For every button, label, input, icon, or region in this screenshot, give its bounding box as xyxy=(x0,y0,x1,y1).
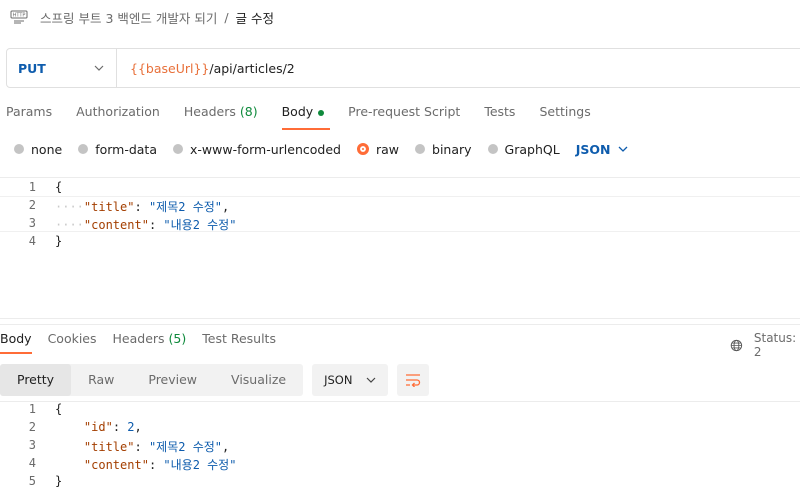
code-line: ····"content": "내용2 수정" xyxy=(55,218,237,232)
chevron-down-icon xyxy=(366,377,376,383)
radio-icon xyxy=(78,144,89,154)
radio-graphql[interactable]: GraphQL xyxy=(487,142,560,157)
radio-icon xyxy=(173,144,183,154)
view-mode-group: Pretty Raw Preview Visualize xyxy=(0,363,304,396)
tab-response-headers[interactable]: Headers (5) xyxy=(113,331,187,353)
breadcrumb: HTTP 스프링 부트 3 백엔드 개발자 되기 / 글 수정 xyxy=(10,7,274,27)
line-number: 4 xyxy=(28,234,36,248)
tab-tests[interactable]: Tests xyxy=(478,104,521,130)
divider xyxy=(0,401,800,402)
view-preview[interactable]: Preview xyxy=(131,364,214,396)
breadcrumb-request-name[interactable]: 글 수정 xyxy=(236,8,274,27)
line-number: 1 xyxy=(28,180,36,194)
breadcrumb-collection[interactable]: 스프링 부트 3 백엔드 개발자 되기 xyxy=(40,8,217,27)
tab-params[interactable]: Params xyxy=(0,104,58,130)
line-number: 2 xyxy=(28,198,36,212)
response-tabs: Body Cookies Headers (5) Test Results xyxy=(0,331,292,354)
method-label: PUT xyxy=(18,60,46,76)
request-tabs: Params Authorization Headers (8) Body Pre… xyxy=(0,104,609,130)
radio-icon xyxy=(14,144,24,154)
radio-binary[interactable]: binary xyxy=(415,142,472,157)
view-pretty[interactable]: Pretty xyxy=(0,363,72,396)
view-raw[interactable]: Raw xyxy=(71,364,131,396)
method-select[interactable]: PUT xyxy=(7,49,117,87)
tab-body[interactable]: Body xyxy=(276,104,331,130)
code-line: } xyxy=(55,234,63,248)
radio-form-data[interactable]: form-data xyxy=(78,142,157,157)
url-variable: {{baseUrl}} xyxy=(130,60,210,76)
current-line-top xyxy=(0,196,800,197)
code-line: } xyxy=(55,474,63,488)
url-path: /api/articles/2 xyxy=(209,60,295,76)
radio-raw[interactable]: raw xyxy=(356,142,399,157)
response-headers-count: (5) xyxy=(168,331,187,346)
line-number: 2 xyxy=(28,420,36,434)
code-line: "content": "내용2 수정" xyxy=(83,458,237,472)
status-label: Status: 2 xyxy=(753,331,797,359)
chevron-down-icon xyxy=(618,146,628,152)
svg-text:HTTP: HTTP xyxy=(13,13,26,19)
code-line: { xyxy=(55,402,63,416)
globe-icon[interactable] xyxy=(730,338,743,353)
divider xyxy=(0,177,800,178)
body-format-select[interactable]: JSON xyxy=(576,142,629,157)
body-indicator-dot xyxy=(318,110,325,116)
tab-settings[interactable]: Settings xyxy=(533,104,596,130)
response-view-bar: Pretty Raw Preview Visualize JSON xyxy=(0,363,430,396)
radio-none[interactable]: none xyxy=(14,142,62,157)
line-number: 3 xyxy=(28,216,36,230)
view-visualize[interactable]: Visualize xyxy=(214,364,303,396)
tab-cookies[interactable]: Cookies xyxy=(48,331,97,353)
code-line: "title": "제목2 수정", xyxy=(83,440,230,454)
radio-icon xyxy=(415,144,426,154)
radio-selected-icon xyxy=(356,143,369,155)
pane-splitter[interactable] xyxy=(0,318,800,319)
breadcrumb-separator: / xyxy=(224,9,229,25)
code-line: ····"title": "제목2 수정", xyxy=(55,200,230,214)
response-format-select[interactable]: JSON xyxy=(312,363,389,396)
chevron-down-icon xyxy=(94,65,104,71)
wrap-lines-button[interactable] xyxy=(397,363,430,396)
line-number: 4 xyxy=(28,456,36,470)
code-line: "id": 2, xyxy=(83,420,142,434)
divider xyxy=(0,324,800,325)
url-bar: PUT {{baseUrl}}/api/articles/2 xyxy=(6,48,800,88)
http-request-icon: HTTP xyxy=(10,10,28,24)
radio-x-www-form-urlencoded[interactable]: x-www-form-urlencoded xyxy=(173,142,341,157)
tab-test-results[interactable]: Test Results xyxy=(202,331,276,353)
tab-response-body[interactable]: Body xyxy=(0,331,32,354)
code-line: { xyxy=(55,180,63,194)
line-number: 5 xyxy=(28,474,36,488)
headers-count: (8) xyxy=(239,104,258,119)
tab-pre-request-script[interactable]: Pre-request Script xyxy=(342,104,466,130)
tab-headers[interactable]: Headers (8) xyxy=(178,104,264,130)
url-input[interactable]: {{baseUrl}}/api/articles/2 xyxy=(117,61,295,76)
body-type-selector: none form-data x-www-form-urlencoded raw… xyxy=(14,140,628,158)
line-number: 1 xyxy=(28,402,36,416)
radio-icon xyxy=(487,144,498,154)
wrap-lines-icon xyxy=(406,373,421,387)
tab-authorization[interactable]: Authorization xyxy=(70,104,166,130)
response-status: Status: 2 xyxy=(730,331,800,359)
line-number: 3 xyxy=(28,438,36,452)
